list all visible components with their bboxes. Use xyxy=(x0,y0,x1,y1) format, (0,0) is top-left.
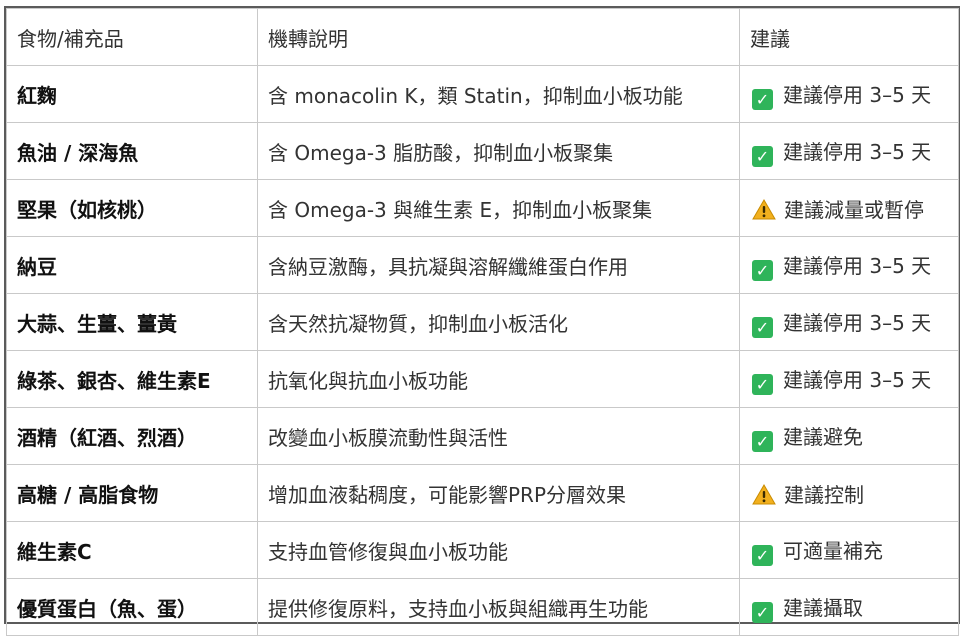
mechanism-cell: 含 Omega-3 脂肪酸，抑制血小板聚集 xyxy=(257,122,740,180)
recommendation-label: 建議停用 3–5 天 xyxy=(783,253,932,278)
table-row: 堅果（如核桃）含 Omega-3 與維生素 E，抑制血小板聚集 建議減量或暫停 xyxy=(6,179,959,237)
recommendation-label: 建議攝取 xyxy=(783,595,863,620)
recommendation-cell: 建議減量或暫停 xyxy=(739,179,959,237)
mechanism-cell: 含 monacolin K，類 Statin，抑制血小板功能 xyxy=(257,65,740,123)
recommendation-label: 建議停用 3–5 天 xyxy=(783,367,932,392)
food-cell: 酒精（紅酒、烈酒） xyxy=(6,407,258,465)
recommendation-label: 可適量補充 xyxy=(783,538,883,563)
check-icon: ✓ xyxy=(752,430,773,452)
recommendation-label: 建議減量或暫停 xyxy=(784,197,924,222)
food-cell: 高糖 / 高脂食物 xyxy=(6,464,258,522)
recommendation-label: 建議停用 3–5 天 xyxy=(783,310,932,335)
food-cell: 優質蛋白（魚、蛋） xyxy=(6,578,258,636)
table-row: 維生素C 支持血管修復與血小板功能 ✓ 可適量補充 xyxy=(6,521,959,579)
mechanism-cell: 抗氧化與抗血小板功能 xyxy=(257,350,740,408)
table-row: 綠茶、銀杏、維生素E 抗氧化與抗血小板功能 ✓ 建議停用 3–5 天 xyxy=(6,350,959,408)
header-mechanism: 機轉說明 xyxy=(257,8,740,66)
check-icon: ✓ xyxy=(752,373,773,395)
warning-icon xyxy=(752,198,776,219)
table-row: 紅麴含 monacolin K，類 Statin，抑制血小板功能 ✓ 建議停用 3–… xyxy=(6,65,959,123)
check-icon: ✓ xyxy=(752,601,773,623)
mechanism-cell: 含納豆激酶，具抗凝與溶解纖維蛋白作用 xyxy=(257,236,740,294)
recommendation-cell: ✓ 建議攝取 xyxy=(739,578,959,636)
recommendation-cell: ✓ 可適量補充 xyxy=(739,521,959,579)
table-row: 優質蛋白（魚、蛋） 提供修復原料，支持血小板與組織再生功能 ✓ 建議攝取 xyxy=(6,578,959,636)
food-cell: 紅麴 xyxy=(6,65,258,123)
recommendation-label: 建議避免 xyxy=(783,424,863,449)
check-icon: ✓ xyxy=(752,259,773,281)
recommendation-cell: ✓ 建議停用 3–5 天 xyxy=(739,350,959,408)
mechanism-cell: 改變血小板膜流動性與活性 xyxy=(257,407,740,465)
mechanism-cell: 支持血管修復與血小板功能 xyxy=(257,521,740,579)
header-row: 食物/補充品 機轉說明 建議 xyxy=(6,8,959,66)
table-row: 魚油 / 深海魚含 Omega-3 脂肪酸，抑制血小板聚集 ✓ 建議停用 3–5 天 xyxy=(6,122,959,180)
header-recommendation: 建議 xyxy=(739,8,959,66)
recommendation-label: 建議停用 3–5 天 xyxy=(783,82,932,107)
header-food: 食物/補充品 xyxy=(6,8,258,66)
recommendation-cell: ✓ 建議停用 3–5 天 xyxy=(739,293,959,351)
table-row: 大蒜、生薑、薑黃 含天然抗凝物質，抑制血小板活化 ✓ 建議停用 3–5 天 xyxy=(6,293,959,351)
food-cell: 納豆 xyxy=(6,236,258,294)
table-row: 納豆 含納豆激酶，具抗凝與溶解纖維蛋白作用 ✓ 建議停用 3–5 天 xyxy=(6,236,959,294)
food-cell: 綠茶、銀杏、維生素E xyxy=(6,350,258,408)
mechanism-cell: 提供修復原料，支持血小板與組織再生功能 xyxy=(257,578,740,636)
food-cell: 魚油 / 深海魚 xyxy=(6,122,258,180)
recommendation-cell: ✓ 建議停用 3–5 天 xyxy=(739,236,959,294)
food-cell: 堅果（如核桃） xyxy=(6,179,258,237)
mechanism-cell: 增加血液黏稠度，可能影響PRP分層效果 xyxy=(257,464,740,522)
food-cell: 維生素C xyxy=(6,521,258,579)
check-icon: ✓ xyxy=(752,544,773,566)
mechanism-cell: 含天然抗凝物質，抑制血小板活化 xyxy=(257,293,740,351)
table-row: 酒精（紅酒、烈酒） 改變血小板膜流動性與活性 ✓ 建議避免 xyxy=(6,407,959,465)
recommendation-table-frame: 食物/補充品 機轉說明 建議 紅麴含 monacolin K，類 Statin，… xyxy=(4,6,960,636)
recommendation-cell: 建議控制 xyxy=(739,464,959,522)
recommendation-label: 建議控制 xyxy=(784,482,864,507)
check-icon: ✓ xyxy=(752,316,773,338)
food-cell: 大蒜、生薑、薑黃 xyxy=(6,293,258,351)
recommendation-table: 食物/補充品 機轉說明 建議 紅麴含 monacolin K，類 Statin，… xyxy=(6,8,959,636)
table-row: 高糖 / 高脂食物 增加血液黏稠度，可能影響PRP分層效果 建議控制 xyxy=(6,464,959,522)
mechanism-cell: 含 Omega-3 與維生素 E，抑制血小板聚集 xyxy=(257,179,740,237)
check-icon: ✓ xyxy=(752,88,773,110)
table-body: 紅麴含 monacolin K，類 Statin，抑制血小板功能 ✓ 建議停用 3–… xyxy=(6,65,959,636)
recommendation-cell: ✓ 建議避免 xyxy=(739,407,959,465)
recommendation-label: 建議停用 3–5 天 xyxy=(783,139,932,164)
check-icon: ✓ xyxy=(752,145,773,167)
warning-icon xyxy=(752,483,776,504)
recommendation-cell: ✓ 建議停用 3–5 天 xyxy=(739,122,959,180)
recommendation-cell: ✓ 建議停用 3–5 天 xyxy=(739,65,959,123)
